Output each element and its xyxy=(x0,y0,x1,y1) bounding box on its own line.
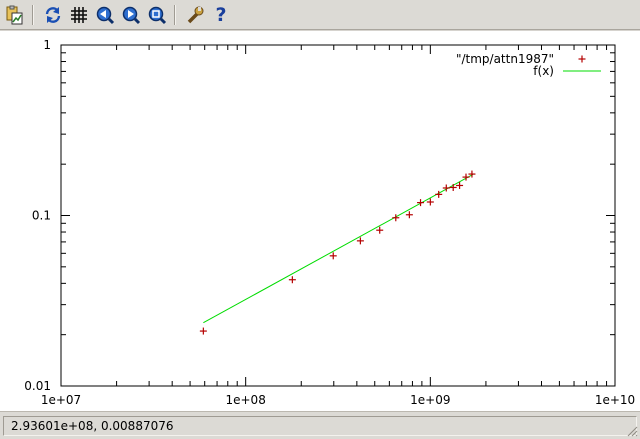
data-point xyxy=(376,226,384,234)
help-icon[interactable]: ? xyxy=(210,4,232,26)
y-tick-label: 0.1 xyxy=(32,209,51,223)
resize-grip-icon[interactable] xyxy=(626,425,638,437)
data-point xyxy=(449,183,457,191)
data-point xyxy=(405,211,413,219)
data-point xyxy=(356,237,364,245)
plot-canvas[interactable]: 1e+07 1e+08 1e+09 1e+10 0.01 0.1 1 "/tmp/attn1… xyxy=(0,31,640,411)
x-tick-label: 1e+07 xyxy=(41,393,81,407)
data-point xyxy=(329,252,337,260)
y-tick-label: 0.01 xyxy=(24,379,51,393)
data-point xyxy=(288,276,296,284)
copy-clipboard-icon[interactable] xyxy=(3,4,25,26)
status-bar: 2.93601e+08, 0.00887076 xyxy=(0,411,640,439)
replot-icon[interactable] xyxy=(42,4,64,26)
data-point xyxy=(199,327,207,335)
plot-frame xyxy=(60,44,616,387)
legend-marker-data xyxy=(578,55,586,63)
unzoom-icon[interactable] xyxy=(146,4,168,26)
zoom-next-icon[interactable] xyxy=(120,4,142,26)
chart: 1e+07 1e+08 1e+09 1e+100.010.11 "/tmp/attn1… xyxy=(24,38,635,407)
toolbar: ? xyxy=(0,0,640,30)
grid-icon[interactable] xyxy=(68,4,90,26)
toolbar-separator xyxy=(32,5,34,25)
x-tick-label: 1e+10 xyxy=(595,393,635,407)
x-tick-label: 1e+08 xyxy=(225,393,265,407)
legend-label-fit: f(x) xyxy=(533,64,554,78)
y-tick-label: 1 xyxy=(43,38,51,52)
x-tick-label: 1e+09 xyxy=(410,393,450,407)
help-glyph: ? xyxy=(215,4,227,26)
status-coordinates: 2.93601e+08, 0.00887076 xyxy=(3,416,637,436)
zoom-previous-icon[interactable] xyxy=(94,4,116,26)
options-icon[interactable] xyxy=(184,4,206,26)
toolbar-separator xyxy=(174,5,176,25)
fit-line xyxy=(203,174,474,324)
